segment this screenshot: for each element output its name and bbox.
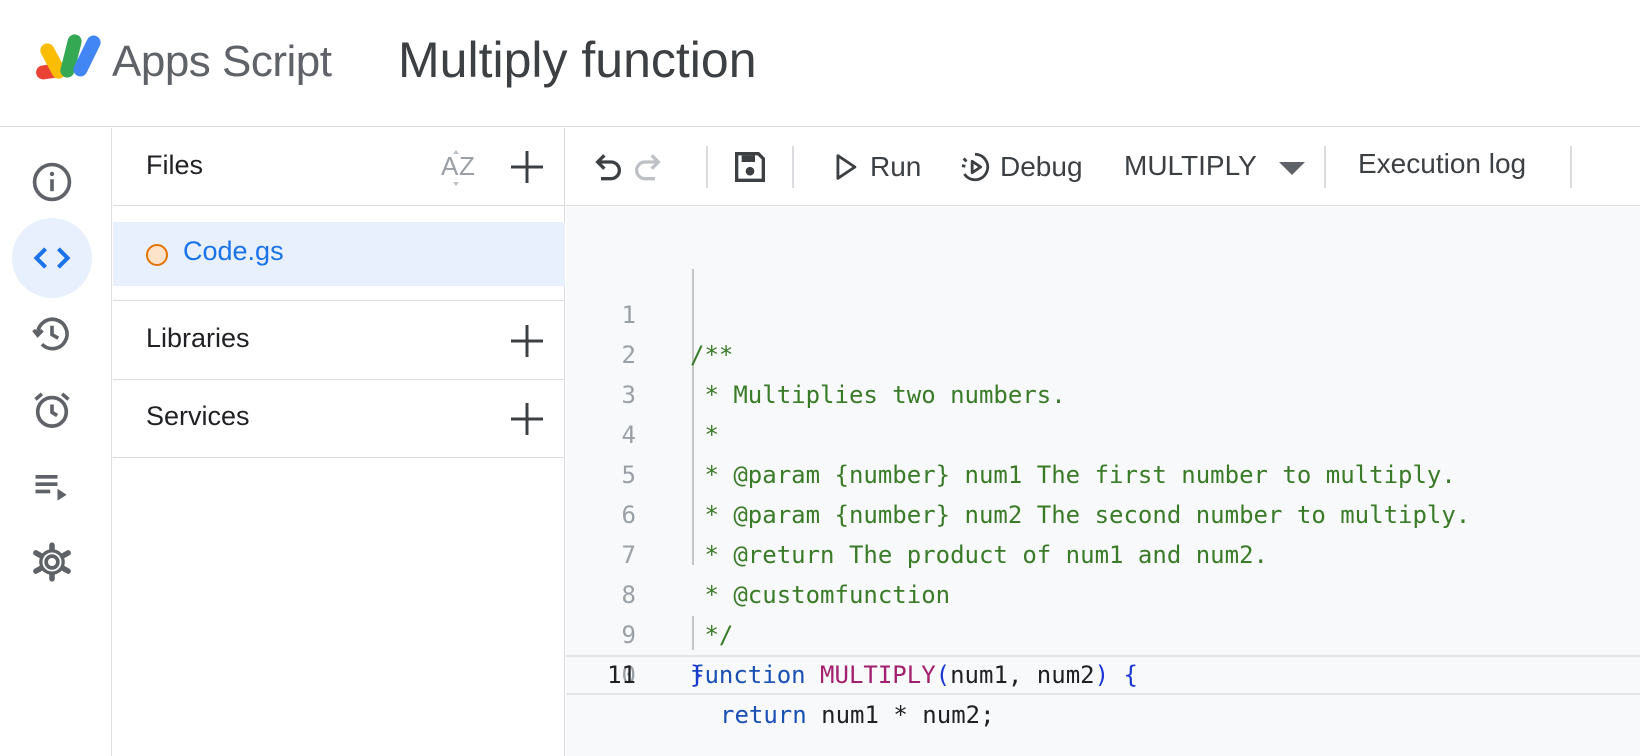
- code-line[interactable]: 6 * @return The product of num1 and num2…: [566, 455, 1640, 569]
- code-line[interactable]: 7 * @customfunction: [566, 495, 1640, 609]
- code-line[interactable]: 4 * @param {number} num1 The first numbe…: [566, 375, 1640, 489]
- rail-item-triggers[interactable]: [12, 370, 92, 450]
- toolbar-divider: [792, 146, 794, 188]
- save-icon[interactable]: [730, 147, 770, 187]
- libraries-section: Libraries: [113, 300, 565, 380]
- run-button[interactable]: Run: [828, 146, 921, 188]
- selected-function: MULTIPLY: [1124, 150, 1257, 181]
- debug-icon: [961, 152, 990, 182]
- code-line[interactable]: 8 */: [566, 535, 1640, 649]
- playlist-play-icon: [35, 475, 67, 501]
- code-icon: [33, 247, 71, 269]
- files-header: Files A Z: [113, 128, 565, 206]
- code-line[interactable]: 2 * Multiplies two numbers.: [566, 295, 1640, 409]
- code-line[interactable]: 10 return num1 * num2;: [566, 615, 1640, 729]
- project-title[interactable]: Multiply function: [398, 30, 757, 90]
- code-line-current[interactable]: 11 }: [566, 655, 1640, 695]
- file-name: Code.gs: [183, 236, 284, 266]
- svg-text:Z: Z: [459, 151, 475, 181]
- left-navigation-rail: [0, 128, 112, 756]
- keyword-token: return: [720, 701, 807, 729]
- rail-item-project-history[interactable]: [12, 294, 92, 374]
- code-line[interactable]: 9 function MULTIPLY(num1, num2) {: [566, 575, 1640, 689]
- file-item-code-gs[interactable]: Code.gs: [113, 222, 565, 286]
- file-status-dot-icon: [146, 244, 168, 266]
- files-label: Files: [146, 150, 204, 180]
- redo-icon[interactable]: [630, 147, 670, 187]
- toolbar-divider: [1570, 146, 1572, 188]
- rail-item-project-settings[interactable]: [12, 522, 92, 602]
- run-label: Run: [870, 151, 922, 182]
- code-line[interactable]: 1 /**: [566, 255, 1640, 369]
- sort-az-icon[interactable]: A Z: [439, 146, 483, 190]
- app-header: Apps Script Multiply function: [0, 0, 1640, 127]
- line-code: }: [690, 661, 705, 689]
- toolbar-divider: [706, 146, 708, 188]
- add-service-plus-icon[interactable]: [509, 401, 545, 437]
- execution-log-button[interactable]: Execution log: [1358, 148, 1526, 180]
- apps-script-logo[interactable]: [34, 32, 102, 87]
- add-library-plus-icon[interactable]: [509, 323, 545, 359]
- gear-icon: [33, 542, 71, 582]
- dropdown-caret-icon: [1278, 161, 1305, 175]
- debug-label: Debug: [1000, 151, 1083, 182]
- services-label: Services: [146, 401, 250, 431]
- code-editor[interactable]: 1 /** 2 * Multiplies two numbers. 3 * 4 …: [566, 207, 1640, 756]
- toolbar-divider: [1324, 146, 1326, 188]
- files-panel: Files A Z Code.gs Libraries Services: [113, 128, 565, 756]
- code-line[interactable]: 5 * @param {number} num2 The second numb…: [566, 415, 1640, 529]
- rail-item-editor[interactable]: [12, 218, 92, 298]
- add-file-plus-icon[interactable]: [509, 149, 545, 185]
- rail-item-overview[interactable]: [12, 142, 92, 222]
- editor-toolbar: Run Debug MULTIPLY Execution log: [566, 128, 1640, 206]
- alarm-clock-icon: [34, 392, 70, 428]
- play-icon: [836, 154, 857, 180]
- svg-text:A: A: [441, 151, 459, 181]
- expression-token: num1 * num2;: [806, 701, 995, 729]
- line-code: return num1 * num2;: [720, 695, 995, 735]
- undo-icon[interactable]: [586, 147, 626, 187]
- brand-name[interactable]: Apps Script: [112, 36, 332, 88]
- line-number: 11: [607, 661, 636, 689]
- rail-item-executions[interactable]: [12, 446, 92, 526]
- function-select-dropdown[interactable]: MULTIPLY: [1124, 150, 1305, 182]
- services-section: Services: [113, 380, 565, 458]
- code-line[interactable]: 3 *: [566, 335, 1640, 449]
- history-icon: [32, 317, 69, 351]
- info-icon: [32, 162, 72, 202]
- libraries-label: Libraries: [146, 323, 250, 353]
- debug-button[interactable]: Debug: [958, 146, 1083, 188]
